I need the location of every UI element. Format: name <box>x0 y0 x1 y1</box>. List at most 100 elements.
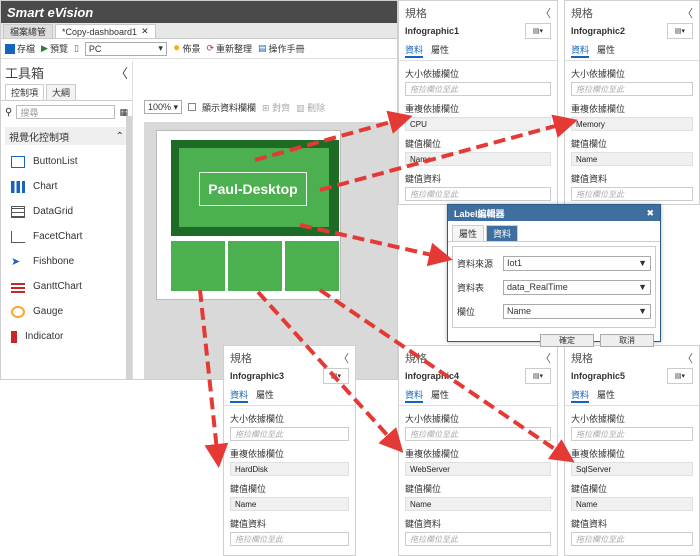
key-data-input[interactable]: 拖拉欄位至此 <box>405 187 551 201</box>
key-field-label: 鍵值欄位 <box>405 484 442 494</box>
tab-data[interactable]: 資料 <box>405 43 424 58</box>
field-select[interactable]: Name ▼ <box>503 303 651 319</box>
show-grid-checkbox[interactable] <box>188 103 196 111</box>
key-field-input[interactable]: Name <box>571 152 693 166</box>
tab-dashboard[interactable]: *Copy-dashboard1 ✕ <box>55 24 156 38</box>
key-data-input[interactable]: 拖拉欄位至此 <box>230 532 349 546</box>
tab-data[interactable]: 資料 <box>571 43 590 58</box>
tab-properties[interactable]: 屬性 <box>431 43 449 58</box>
collapse-icon[interactable]: 〈 <box>540 5 551 20</box>
align-button[interactable]: ⊞ 對齊 <box>262 101 290 114</box>
source-select[interactable]: Iot1 ▼ <box>503 255 651 271</box>
tab-controls[interactable]: 控制項 <box>5 84 45 100</box>
tool-buttonlist[interactable]: ButtonList <box>1 149 132 174</box>
tab-outline[interactable]: 大綱 <box>46 84 77 100</box>
manual-button[interactable]: ▤ 操作手冊 <box>258 42 305 55</box>
property-panel-1: 規格〈 Infographic1 ▤▾ 資料 屬性 大小依據欄位 拖拉欄位至此 重複依據欄位 C… <box>398 0 558 205</box>
weight-field-input[interactable]: HardDisk <box>230 462 349 476</box>
ok-button[interactable]: 確定 <box>540 334 594 347</box>
weight-field-input[interactable]: SqlServer <box>571 462 693 476</box>
preview-button[interactable]: ▶ 預覽 <box>41 42 68 55</box>
infographic-icon[interactable]: ▤▾ <box>525 23 551 39</box>
component-name: Infographic4 ▤▾ <box>399 366 557 386</box>
key-data-label: 鍵值資料 <box>571 519 608 529</box>
tab-properties[interactable]: 屬性 <box>597 388 615 403</box>
search-input[interactable]: 搜尋 <box>16 105 116 119</box>
weight-field-input[interactable]: WebServer <box>405 462 551 476</box>
close-icon[interactable]: ✕ <box>141 26 149 37</box>
tab-data[interactable]: 資料 <box>230 388 249 403</box>
infographic-tile-4[interactable] <box>228 241 282 291</box>
table-select[interactable]: data_RealTime ▼ <box>503 279 651 295</box>
dialog-title-bar: Label編輯器 ✖ <box>448 205 660 221</box>
key-data-label: 鍵值資料 <box>230 519 267 529</box>
fish-icon: ➤ <box>11 255 21 268</box>
key-field-input[interactable]: Name <box>405 152 551 166</box>
key-data-input[interactable]: 拖拉欄位至此 <box>571 532 693 546</box>
size-field-input[interactable]: 拖拉欄位至此 <box>405 82 551 96</box>
size-field-input[interactable]: 拖拉欄位至此 <box>571 427 693 441</box>
key-data-label: 鍵值資料 <box>571 174 608 184</box>
search-icon: ⚲ <box>5 106 13 118</box>
size-field-input[interactable]: 拖拉欄位至此 <box>230 427 349 441</box>
collapse-icon[interactable]: 〈 <box>682 5 693 20</box>
tool-facetchart[interactable]: FacetChart <box>1 224 132 249</box>
caret-down-icon: ▼ <box>638 258 647 268</box>
refresh-button[interactable]: ⟳ 重新整理 <box>206 42 252 55</box>
tile-label[interactable]: Paul-Desktop <box>199 172 307 206</box>
label-editor-dialog: Label編輯器 ✖ 屬性 資料 資料來源 Iot1 ▼ 資料表 data_RealTi… <box>447 204 661 347</box>
collapse-icon[interactable]: 〈 <box>338 350 349 365</box>
close-icon[interactable]: ✖ <box>646 208 654 219</box>
infographic-tile-5[interactable] <box>285 241 339 291</box>
size-field-label: 大小依據欄位 <box>405 69 460 79</box>
key-field-label: 鍵值欄位 <box>405 139 442 149</box>
weight-field-label: 重複依據欄位 <box>571 104 626 114</box>
save-button[interactable]: 存檔 <box>5 42 35 55</box>
collapse-icon[interactable]: 〈 <box>682 350 693 365</box>
design-canvas[interactable]: Paul-Desktop <box>144 122 397 379</box>
tool-indicator[interactable]: Indicator <box>1 324 132 349</box>
weight-field-input[interactable]: Memory <box>571 117 693 131</box>
key-data-input[interactable]: 拖拉欄位至此 <box>571 187 693 201</box>
key-field-input[interactable]: Name <box>405 497 551 511</box>
tool-fishbone[interactable]: ➤ Fishbone <box>1 249 132 274</box>
size-field-input[interactable]: 拖拉欄位至此 <box>405 427 551 441</box>
tab-properties[interactable]: 屬性 <box>597 43 615 58</box>
key-field-input[interactable]: Name <box>571 497 693 511</box>
tool-datagrid[interactable]: DataGrid <box>1 199 132 224</box>
tab-properties[interactable]: 屬性 <box>452 225 485 241</box>
delete-button[interactable]: ▥ 刪除 <box>296 101 325 114</box>
toolbox-scrollbar[interactable] <box>126 116 132 379</box>
infographic-icon[interactable]: ▤▾ <box>323 368 349 384</box>
collapse-icon[interactable]: 〈 <box>540 350 551 365</box>
infographic-icon[interactable]: ▤▾ <box>525 368 551 384</box>
cancel-button[interactable]: 取消 <box>600 334 654 347</box>
infographic-icon[interactable]: ▤▾ <box>667 368 693 384</box>
zoom-select[interactable]: 100% ▾ <box>144 100 182 114</box>
dashboard-board[interactable]: Paul-Desktop <box>156 130 341 300</box>
key-data-input[interactable]: 拖拉欄位至此 <box>405 532 551 546</box>
designer-window: Smart eVision 檔案總管 *Copy-dashboard1 ✕ 存檔 … <box>0 0 398 380</box>
visual-controls-section[interactable]: 視覺化控制項 ⌃ <box>5 127 128 145</box>
tab-file-explorer[interactable]: 檔案總管 <box>3 24 54 38</box>
tool-gauge[interactable]: Gauge <box>1 299 132 324</box>
key-data-label: 鍵值資料 <box>405 174 442 184</box>
size-field-input[interactable]: 拖拉欄位至此 <box>571 82 693 96</box>
infographic-tile-3[interactable] <box>171 241 225 291</box>
infographic-icon[interactable]: ▤▾ <box>667 23 693 39</box>
tab-data[interactable]: 資料 <box>405 388 424 403</box>
tab-data[interactable]: 資料 <box>486 225 519 241</box>
infographic-tile-1[interactable]: Paul-Desktop <box>171 140 339 236</box>
device-select[interactable]: PC ▾ <box>84 41 167 56</box>
tab-properties[interactable]: 屬性 <box>256 388 274 403</box>
tool-chart[interactable]: Chart <box>1 174 132 199</box>
tool-ganttchart[interactable]: GanttChart <box>1 274 132 299</box>
theme-button[interactable]: ✹ 佈景 <box>173 42 201 55</box>
tab-properties[interactable]: 屬性 <box>431 388 449 403</box>
property-panel-3: 規格〈 Infographic3 ▤▾ 資料 屬性 大小依據欄位 拖拉欄位至此 重複依據欄位 H… <box>223 345 356 556</box>
panel-title: 規格〈 <box>565 346 699 366</box>
key-field-input[interactable]: Name <box>230 497 349 511</box>
tab-data[interactable]: 資料 <box>571 388 590 403</box>
weight-field-input[interactable]: CPU <box>405 117 551 131</box>
collapse-icon[interactable]: 〈 <box>115 63 128 82</box>
